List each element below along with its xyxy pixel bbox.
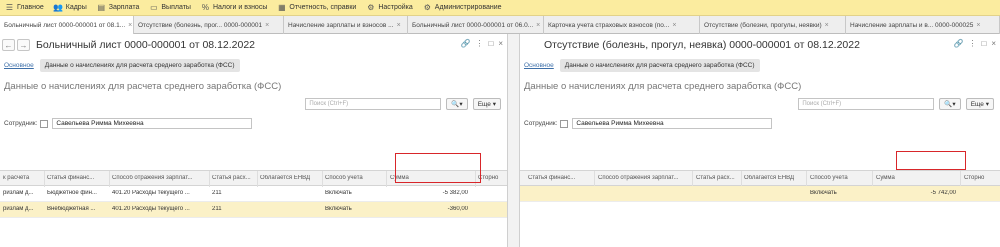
- more-button[interactable]: Еще ▾: [965, 98, 994, 110]
- maximize-icon[interactable]: □: [488, 39, 493, 48]
- tab-main[interactable]: Основное: [524, 62, 554, 69]
- tab-payroll[interactable]: Начисление зарплаты и взносов ... ×: [284, 16, 408, 34]
- search-button[interactable]: 🔍▾: [939, 98, 961, 110]
- back-arrow-icon[interactable]: ←: [2, 39, 15, 51]
- grid-icon: ☰: [5, 3, 14, 12]
- percent-icon: %: [201, 3, 210, 12]
- tab-insurance-card[interactable]: Карточка учета страховых взносов (по... ×: [544, 16, 700, 34]
- tab-fss-data[interactable]: Данные о начислениях для расчета среднег…: [39, 59, 240, 72]
- link-icon[interactable]: 🔗: [461, 39, 471, 48]
- menu-item-settings[interactable]: ⚙ Настройка: [361, 0, 417, 16]
- tab-payroll-2[interactable]: Начисление зарплаты и в... 0000-000025 ×: [846, 16, 1000, 34]
- table-row[interactable]: Включать -5 742,00: [520, 186, 1000, 202]
- table-row[interactable]: ризлам д... Бюджетное фин... 401.20 Расх…: [0, 186, 507, 202]
- gear-icon: ⚙: [367, 3, 375, 12]
- right-document-panel: Отсутствие (болезнь, прогул, неявка) 000…: [519, 34, 1000, 247]
- search-input[interactable]: Поиск (Ctrl+F): [305, 98, 442, 110]
- table-row[interactable]: ризлам д... Внебюджетная ... 401.20 Расх…: [0, 202, 507, 218]
- section-title: Данные о начислениях для расчета среднег…: [4, 81, 282, 92]
- link-icon[interactable]: 🔗: [954, 39, 964, 48]
- tab-fss-data[interactable]: Данные о начислениях для расчета среднег…: [559, 59, 760, 72]
- close-icon[interactable]: ×: [397, 22, 401, 29]
- section-title: Данные о начислениях для расчета среднег…: [524, 81, 802, 92]
- maximize-icon[interactable]: □: [981, 39, 986, 48]
- table-header: Статья финанс... Способ отражения зарпла…: [520, 170, 1000, 187]
- close-icon[interactable]: ×: [265, 22, 269, 29]
- open-tabs-bar: Больничный лист 0000-000001 от 08.1... × …: [0, 16, 1000, 34]
- panel-splitter[interactable]: [508, 34, 519, 247]
- page-title: Отсутствие (болезнь, прогул, неявка) 000…: [544, 39, 860, 51]
- search-icon: 🔍▾: [944, 101, 956, 108]
- search-button[interactable]: 🔍▾: [446, 98, 468, 110]
- highlight-box: [395, 153, 481, 183]
- menu-item-reports[interactable]: ▦ Отчетность, справки: [272, 0, 361, 16]
- top-menu: ☰ Главное 👥 Кадры ▤ Зарплата ▭ Выплаты % Нало…: [0, 0, 1000, 16]
- search-icon: 🔍▾: [451, 101, 463, 108]
- gear-icon: ⚙: [423, 3, 431, 12]
- tab-absences-list[interactable]: Отсутствие (болезни, прогулы, неявки) ×: [700, 16, 846, 34]
- people-icon: 👥: [53, 3, 64, 12]
- employee-filter-checkbox[interactable]: [40, 119, 49, 128]
- highlight-box: [896, 151, 966, 170]
- page-title: Больничный лист 0000-000001 от 08.12.202…: [36, 39, 256, 51]
- menu-item-main[interactable]: ☰ Главное: [0, 0, 49, 16]
- close-icon[interactable]: ×: [128, 22, 132, 29]
- more-button[interactable]: Еще ▾: [472, 98, 501, 110]
- more-vert-icon[interactable]: ⋮: [968, 39, 976, 48]
- report-icon: ▦: [278, 3, 286, 12]
- left-document-panel: ← → Больничный лист 0000-000001 от 08.12…: [0, 34, 508, 247]
- employee-label: Сотрудник:: [4, 120, 38, 127]
- search-input[interactable]: Поиск (Ctrl+F): [798, 98, 935, 110]
- close-icon[interactable]: ×: [991, 39, 996, 48]
- menu-item-taxes[interactable]: % Налоги и взносы: [196, 0, 272, 16]
- close-icon[interactable]: ×: [672, 22, 676, 29]
- tab-sick-leave[interactable]: Больничный лист 0000-000001 от 08.1... ×: [0, 16, 134, 34]
- menu-item-salary[interactable]: ▤ Зарплата: [92, 0, 145, 16]
- menu-item-personnel[interactable]: 👥 Кадры: [49, 0, 92, 16]
- menu-item-admin[interactable]: ⚙ Администрирование: [418, 0, 507, 16]
- tab-main[interactable]: Основное: [4, 62, 34, 69]
- close-icon[interactable]: ×: [825, 22, 829, 29]
- more-vert-icon[interactable]: ⋮: [475, 39, 483, 48]
- forward-arrow-icon[interactable]: →: [17, 39, 30, 51]
- menu-item-payments[interactable]: ▭ Выплаты: [144, 0, 196, 16]
- employee-field[interactable]: Савельева Римма Михеевна: [572, 118, 773, 129]
- close-icon[interactable]: ×: [976, 22, 980, 29]
- close-icon[interactable]: ×: [536, 22, 540, 29]
- employee-field[interactable]: Савельева Римма Михеевна: [52, 118, 253, 129]
- document-icon: ▤: [97, 3, 106, 12]
- employee-label: Сотрудник:: [524, 120, 558, 127]
- wallet-icon: ▭: [150, 3, 158, 12]
- close-icon[interactable]: ×: [498, 39, 503, 48]
- employee-filter-checkbox[interactable]: [560, 119, 569, 128]
- tab-sick-leave-2[interactable]: Больничный лист 0000-000001 от 06.0... ×: [408, 16, 544, 34]
- tab-absence[interactable]: Отсутствие (болезнь, прог... 0000-000001…: [134, 16, 284, 34]
